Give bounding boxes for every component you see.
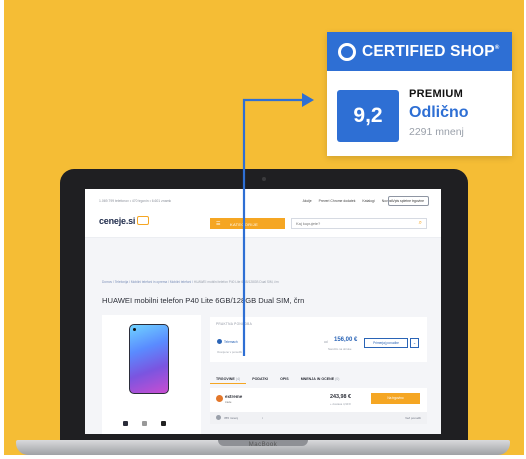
stage: 1.069.799 telefonov • 470 trgovin • 6.60… <box>0 0 526 459</box>
rating-word: Odlično <box>409 104 469 121</box>
certified-shop-badge: CERTIFIED SHOP® 9,2 PREMIUM Odlično 2291… <box>327 32 512 156</box>
badge-header: CERTIFIED SHOP® <box>327 32 512 71</box>
review-count: 2291 mnenj <box>409 126 464 138</box>
trademark-sign: ® <box>494 45 500 51</box>
badge-title: CERTIFIED SHOP® <box>362 43 499 61</box>
badge-title-text: CERTIFIED SHOP <box>362 43 495 60</box>
ring-icon <box>338 43 356 61</box>
rating-score: 9,2 <box>337 90 399 142</box>
rating-tier: PREMIUM <box>409 88 464 100</box>
